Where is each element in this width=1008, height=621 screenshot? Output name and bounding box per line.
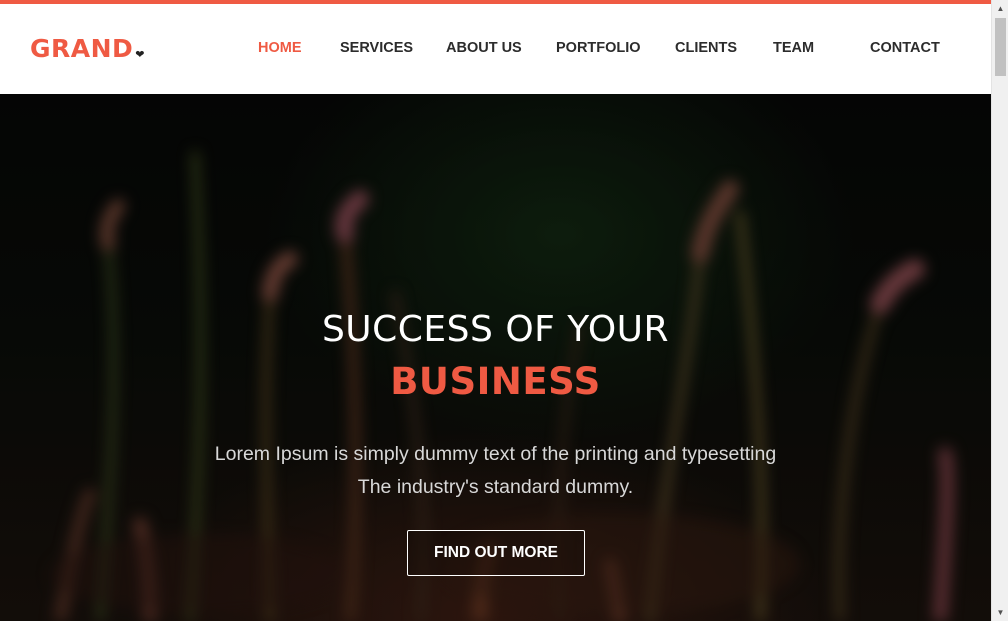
vertical-scrollbar[interactable]: ▲ ▼: [991, 0, 1008, 621]
hero-title-highlight: BUSINESS: [390, 360, 601, 403]
nav-item-portfolio[interactable]: PORTFOLIO: [556, 39, 641, 57]
page: GRAND ❤ HOME SERVICES ABOUT US PORTFOLIO …: [0, 0, 991, 621]
nav-item-team[interactable]: TEAM: [773, 39, 814, 57]
hero-subtitle-line1: Lorem Ipsum is simply dummy text of the …: [214, 443, 777, 465]
find-out-more-button[interactable]: FIND OUT MORE: [407, 530, 585, 576]
scroll-down-arrow-icon[interactable]: ▼: [992, 604, 1008, 621]
main-nav: HOME SERVICES ABOUT US PORTFOLIO CLIENTS…: [0, 4, 991, 94]
hero-section: SUCCESS OF YOUR BUSINESS Lorem Ipsum is …: [0, 94, 991, 621]
nav-item-contact[interactable]: CONTACT: [870, 39, 940, 57]
scroll-up-arrow-icon[interactable]: ▲: [992, 0, 1008, 17]
hero-content: SUCCESS OF YOUR BUSINESS Lorem Ipsum is …: [0, 94, 991, 621]
nav-item-about-us[interactable]: ABOUT US: [446, 39, 522, 57]
site-header: GRAND ❤ HOME SERVICES ABOUT US PORTFOLIO …: [0, 0, 991, 94]
nav-item-home[interactable]: HOME: [258, 39, 302, 57]
nav-item-clients[interactable]: CLIENTS: [675, 39, 737, 57]
hero-subtitle: Lorem Ipsum is simply dummy text of the …: [0, 438, 991, 504]
scrollbar-thumb[interactable]: [995, 18, 1006, 76]
hero-title: SUCCESS OF YOUR: [321, 309, 670, 350]
nav-item-services[interactable]: SERVICES: [340, 39, 413, 57]
hero-subtitle-line2: The industry's standard dummy.: [357, 476, 634, 498]
